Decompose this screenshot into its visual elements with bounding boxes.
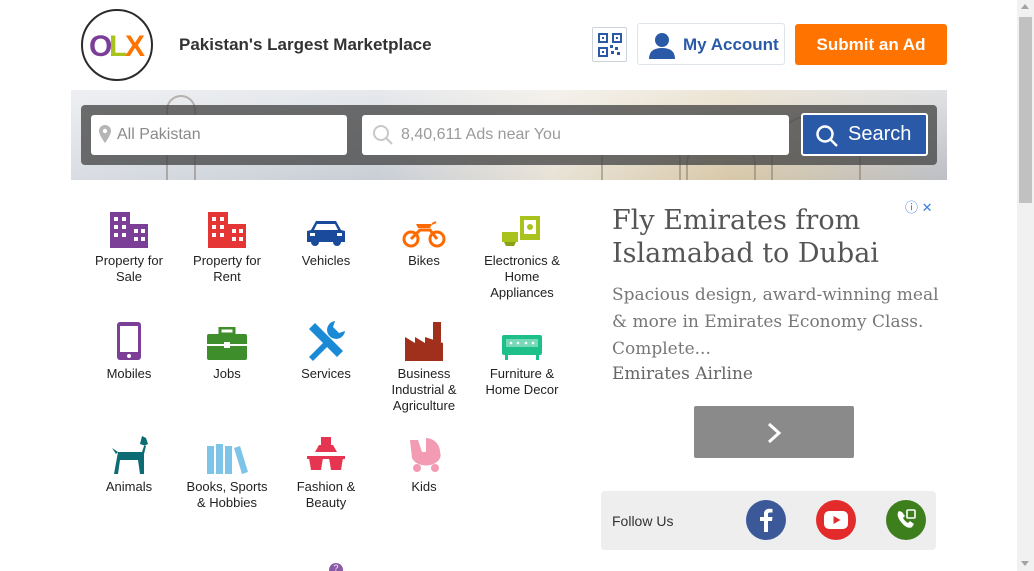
- factory-icon: [405, 322, 443, 361]
- user-icon: [649, 33, 675, 59]
- mobile-phone-icon: [117, 322, 141, 360]
- my-account-label: My Account: [683, 35, 779, 54]
- olx-logo[interactable]: O L X: [81, 9, 153, 81]
- motorbike-icon: [402, 221, 446, 248]
- category-jobs[interactable]: Jobs: [179, 321, 275, 382]
- tools-icon: [309, 321, 345, 361]
- category-property-for-rent[interactable]: Property for Rent: [179, 208, 275, 285]
- category-label: Books, Sports & Hobbies: [186, 479, 268, 510]
- fashion-icon: [307, 437, 345, 470]
- page: O L X Pakistan's Largest Marketplace My …: [0, 0, 1034, 571]
- ad-next-button[interactable]: [694, 406, 854, 458]
- dog-icon: [112, 436, 148, 474]
- location-pin-icon: [99, 125, 111, 143]
- sofa-icon: [502, 335, 542, 360]
- youtube-button[interactable]: [816, 500, 856, 540]
- tagline: Pakistan's Largest Marketplace: [179, 35, 432, 54]
- category-label: Business Industrial & Agriculture: [391, 366, 457, 413]
- category-label: Vehicles: [301, 253, 351, 268]
- keyword-placeholder: 8,40,611 Ads near You: [401, 126, 561, 143]
- category-bikes[interactable]: Bikes: [376, 208, 472, 269]
- search-icon: [373, 125, 393, 145]
- category-label: Kids: [411, 479, 437, 494]
- category-services[interactable]: Services: [278, 321, 374, 382]
- follow-us-panel: Follow Us: [601, 491, 936, 550]
- chevron-right-icon: [767, 422, 782, 443]
- category-property-for-sale[interactable]: Property for Sale: [81, 208, 177, 285]
- my-account-button[interactable]: My Account: [637, 23, 785, 65]
- search-icon: [816, 125, 838, 147]
- briefcase-icon: [207, 327, 247, 360]
- scroll-up-arrow[interactable]: [1021, 4, 1029, 9]
- location-input[interactable]: All Pakistan: [91, 115, 347, 155]
- qr-code-icon: [597, 32, 622, 57]
- location-placeholder: All Pakistan: [117, 126, 201, 143]
- category-business-industrial-agriculture[interactable]: Business Industrial & Agriculture: [376, 321, 472, 414]
- ad-title[interactable]: Fly Emirates from Islamabad to Dubai: [612, 204, 942, 270]
- car-icon: [307, 221, 345, 246]
- category-furniture-home-decor[interactable]: Furniture & Home Decor: [474, 321, 570, 398]
- ad-description: Spacious design, award-winning meal & mo…: [612, 285, 939, 359]
- category-label: Animals: [105, 479, 153, 494]
- search-button-label: Search: [848, 123, 912, 145]
- phone-app-button[interactable]: [886, 500, 926, 540]
- category-label: Furniture & Home Decor: [485, 366, 559, 397]
- category-label: Property for Rent: [193, 253, 261, 284]
- submit-ad-button[interactable]: Submit an Ad: [795, 24, 947, 65]
- category-label: Electronics & Home Appliances: [484, 253, 560, 300]
- category-fashion-beauty[interactable]: Fashion & Beauty: [278, 434, 374, 511]
- books-icon: [207, 444, 248, 474]
- category-label: Jobs: [213, 366, 241, 381]
- category-mobiles[interactable]: Mobiles: [81, 321, 177, 382]
- follow-us-label: Follow Us: [612, 513, 674, 529]
- category-animals[interactable]: Animals: [81, 434, 177, 495]
- qr-code-button[interactable]: [592, 27, 627, 62]
- category-electronics-home-appliances[interactable]: Electronics & Home Appliances: [474, 208, 570, 301]
- category-label: Bikes: [408, 253, 440, 268]
- scroll-thumb[interactable]: [1019, 17, 1032, 203]
- category-label: Fashion & Beauty: [296, 479, 356, 510]
- category-books-sports-hobbies[interactable]: Books, Sports & Hobbies: [179, 434, 275, 511]
- search-button[interactable]: Search: [801, 113, 928, 156]
- youtube-icon: [824, 511, 848, 529]
- category-label: Property for Sale: [95, 253, 163, 284]
- page-scrollbar[interactable]: [1017, 0, 1034, 571]
- building-icon: [208, 212, 246, 248]
- keyword-search-input[interactable]: 8,40,611 Ads near You: [362, 115, 789, 155]
- category-label: Mobiles: [106, 366, 152, 381]
- appliance-icon: [502, 216, 540, 246]
- facebook-button[interactable]: [746, 500, 786, 540]
- category-vehicles[interactable]: Vehicles: [278, 208, 374, 269]
- category-kids[interactable]: Kids: [376, 434, 472, 495]
- category-label: Services: [301, 366, 351, 381]
- pram-icon: [410, 438, 441, 472]
- building-icon: [110, 212, 148, 248]
- ad-brand: Emirates Airline: [612, 364, 753, 384]
- scroll-down-arrow[interactable]: [1021, 561, 1029, 566]
- help-badge[interactable]: ?: [329, 563, 343, 571]
- facebook-icon: [760, 508, 773, 532]
- phone-icon: [897, 509, 916, 528]
